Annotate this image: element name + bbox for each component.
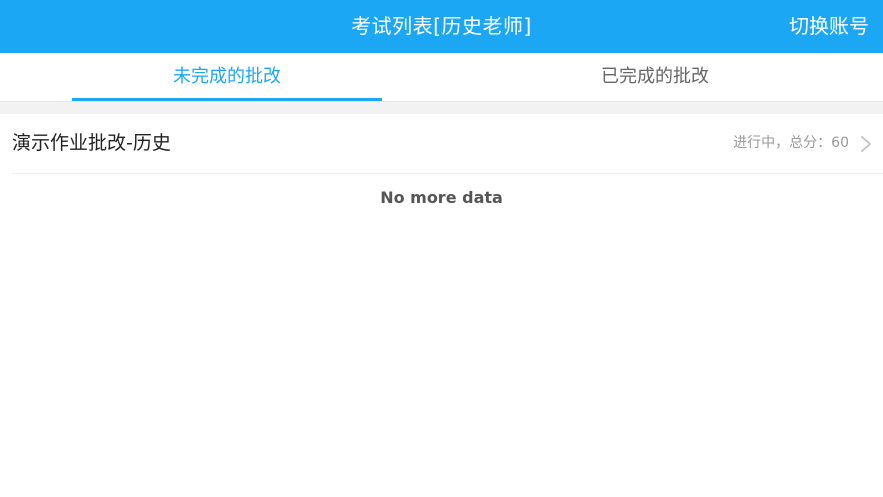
tab-bar: 未完成的批改 已完成的批改 <box>0 53 883 102</box>
exam-list: 演示作业批改-历史 进行中，总分：60 <box>0 114 883 174</box>
switch-account-button[interactable]: 切换账号 <box>789 0 869 53</box>
section-divider <box>0 102 883 114</box>
exam-status: 进行中，总分：60 <box>733 135 849 151</box>
top-nav-bar: 考试列表[历史老师] 切换账号 <box>0 0 883 53</box>
active-tab-indicator <box>72 98 382 101</box>
tab-completed-grading[interactable]: 已完成的批改 <box>500 53 810 101</box>
chevron-right-icon <box>861 136 871 152</box>
tab-incomplete-grading[interactable]: 未完成的批改 <box>72 53 382 101</box>
no-more-data-label: No more data <box>380 188 503 207</box>
exam-title: 演示作业批改-历史 <box>12 132 171 154</box>
list-item[interactable]: 演示作业批改-历史 进行中，总分：60 <box>12 114 883 174</box>
page-title: 考试列表[历史老师] <box>351 14 532 38</box>
